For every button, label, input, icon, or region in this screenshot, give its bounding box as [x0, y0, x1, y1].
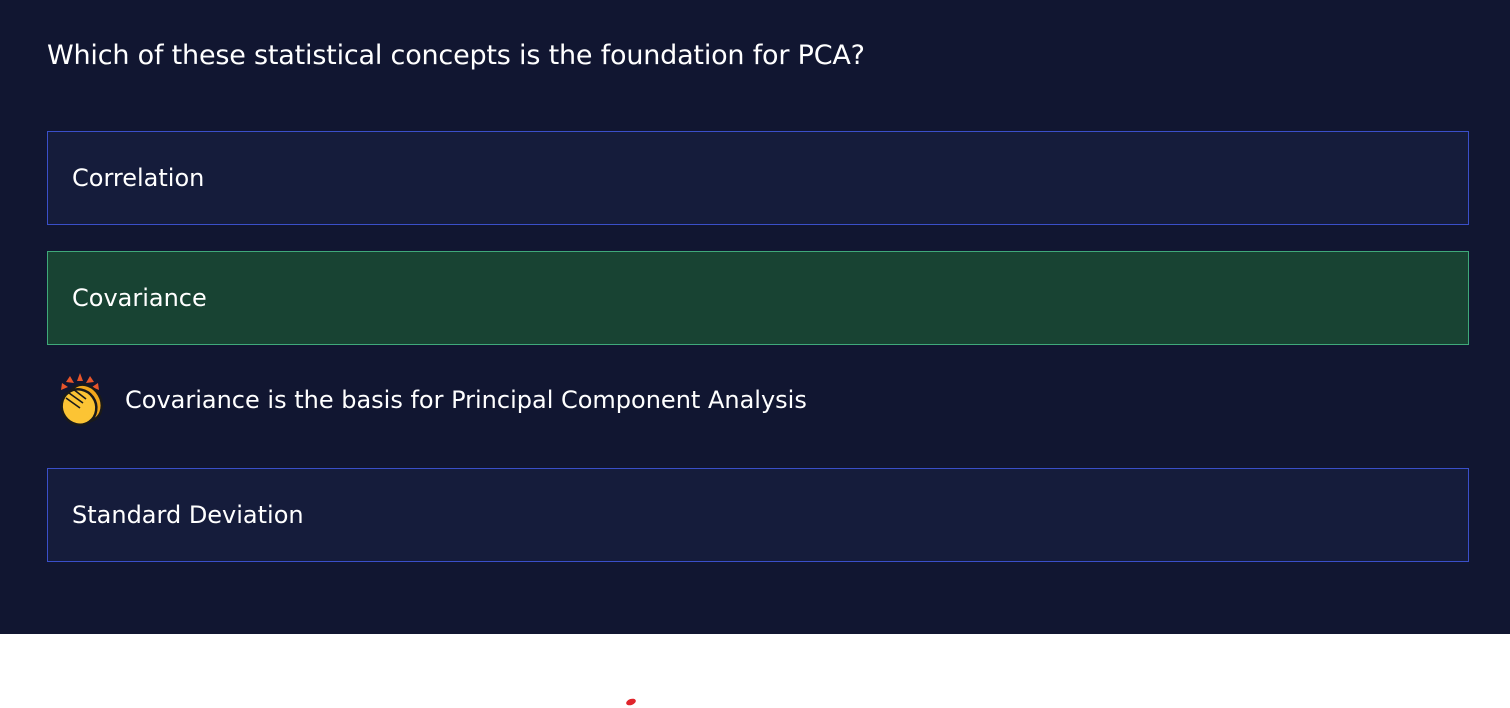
answer-option-covariance[interactable]: Covariance [47, 251, 1469, 345]
red-mark [625, 697, 637, 707]
answer-option-label: Standard Deviation [72, 501, 304, 529]
clapping-hands-icon [60, 373, 104, 426]
question-text: Which of these statistical concepts is t… [47, 40, 865, 71]
answer-feedback: Covariance is the basis for Principal Co… [52, 370, 807, 430]
answer-option-correlation[interactable]: Correlation [47, 131, 1469, 225]
answer-option-label: Correlation [72, 164, 205, 192]
answer-option-standard-deviation[interactable]: Standard Deviation [47, 468, 1469, 562]
feedback-text: Covariance is the basis for Principal Co… [125, 386, 807, 414]
answer-option-label: Covariance [72, 284, 207, 312]
quiz-panel: Which of these statistical concepts is t… [0, 0, 1510, 634]
